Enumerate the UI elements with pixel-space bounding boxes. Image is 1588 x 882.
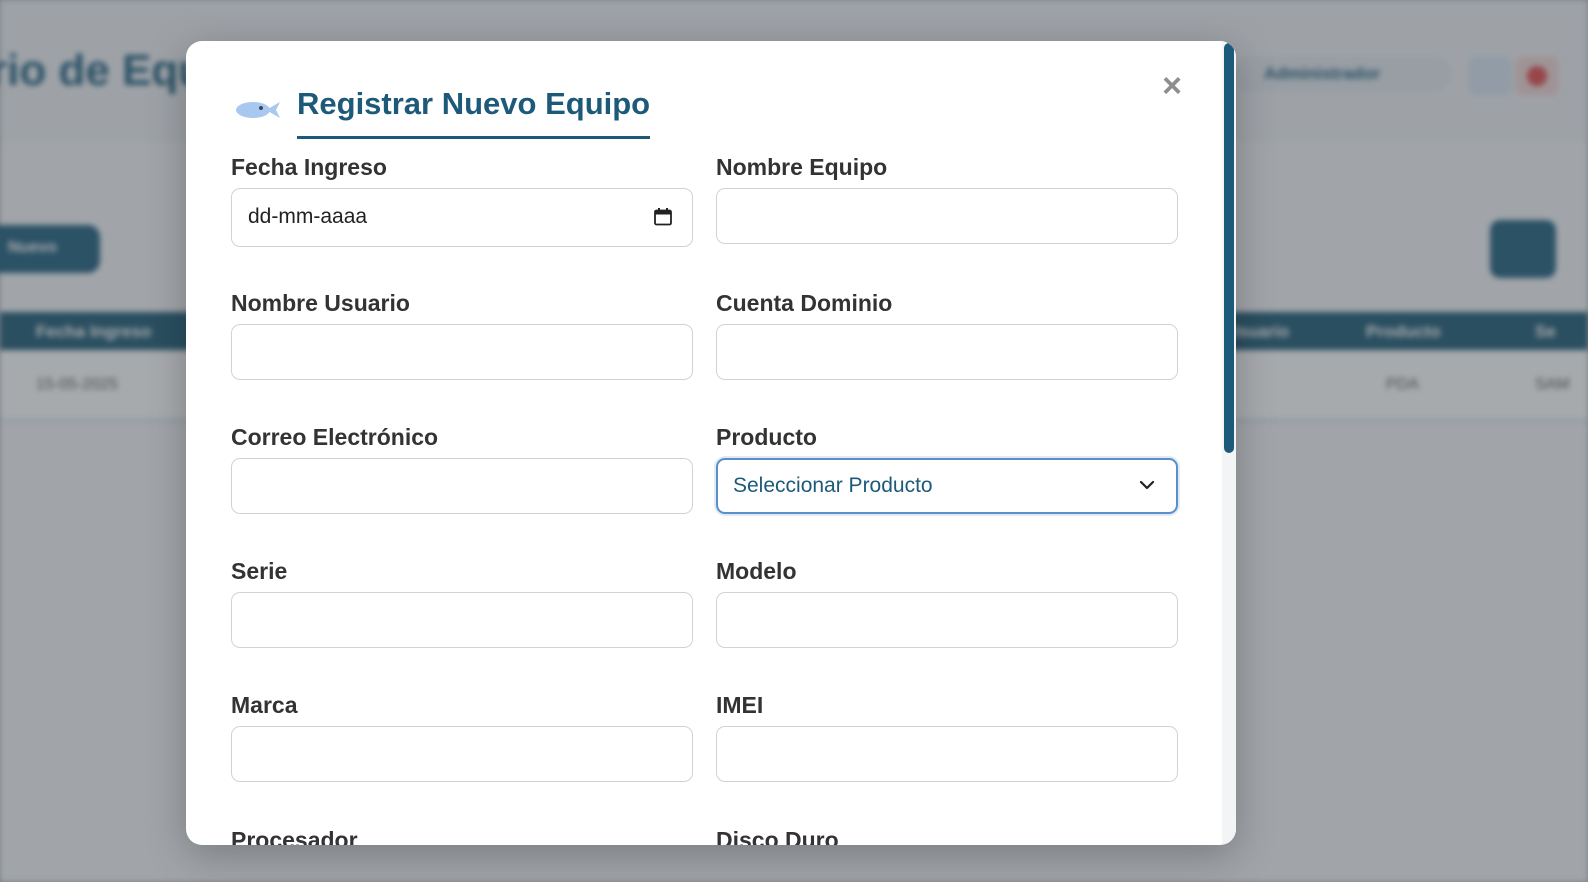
imei-input[interactable] — [716, 726, 1178, 782]
cuenta-dominio-input[interactable] — [716, 324, 1178, 380]
modal-scrollbar[interactable] — [1222, 41, 1236, 845]
imei-label: IMEI — [716, 692, 764, 718]
correo-electronico-label: Correo Electrónico — [231, 424, 439, 450]
field-producto: Producto Seleccionar Producto — [716, 424, 1178, 514]
producto-label: Producto — [716, 424, 817, 450]
marca-label: Marca — [231, 692, 298, 718]
nombre-usuario-input[interactable] — [231, 324, 693, 380]
calendar-icon[interactable] — [653, 207, 673, 227]
producto-selected-value: Seleccionar Producto — [733, 474, 933, 497]
producto-select[interactable]: Seleccionar Producto — [716, 458, 1178, 514]
field-fecha-ingreso: Fecha Ingreso dd-mm-aaaa — [231, 154, 693, 247]
correo-electronico-input[interactable] — [231, 458, 693, 514]
chevron-down-icon[interactable] — [1138, 478, 1156, 492]
nombre-equipo-label: Nombre Equipo — [716, 154, 888, 180]
field-cuenta-dominio: Cuenta Dominio — [716, 290, 1178, 380]
field-imei: IMEI — [716, 692, 1178, 782]
field-nombre-usuario: Nombre Usuario — [231, 290, 693, 380]
modelo-input[interactable] — [716, 592, 1178, 648]
close-icon[interactable]: × — [1156, 69, 1188, 103]
fecha-ingreso-date-input[interactable]: dd-mm-aaaa — [231, 188, 693, 247]
field-correo-electronico: Correo Electrónico — [231, 424, 693, 514]
modal-title: Registrar Nuevo Equipo — [297, 86, 651, 139]
cuenta-dominio-label: Cuenta Dominio — [716, 290, 893, 316]
field-modelo: Modelo — [716, 558, 1178, 648]
serie-label: Serie — [231, 558, 288, 584]
modelo-label: Modelo — [716, 558, 797, 584]
field-nombre-equipo: Nombre Equipo — [716, 154, 1178, 244]
marca-input[interactable] — [231, 726, 693, 782]
nombre-usuario-label: Nombre Usuario — [231, 290, 410, 316]
nombre-equipo-input[interactable] — [716, 188, 1178, 244]
field-marca: Marca — [231, 692, 693, 782]
procesador-label: Procesador — [231, 827, 358, 845]
fecha-ingreso-value: dd-mm-aaaa — [248, 205, 368, 228]
fecha-ingreso-label: Fecha Ingreso — [231, 154, 387, 180]
serie-input[interactable] — [231, 592, 693, 648]
modal-scrollbar-thumb[interactable] — [1224, 43, 1234, 453]
disco-duro-label: Disco Duro — [716, 827, 839, 845]
field-serie: Serie — [231, 558, 693, 648]
register-equipment-modal: × Registrar Nuevo Equipo Fecha Ingreso d… — [186, 41, 1236, 845]
fish-icon — [236, 102, 280, 118]
